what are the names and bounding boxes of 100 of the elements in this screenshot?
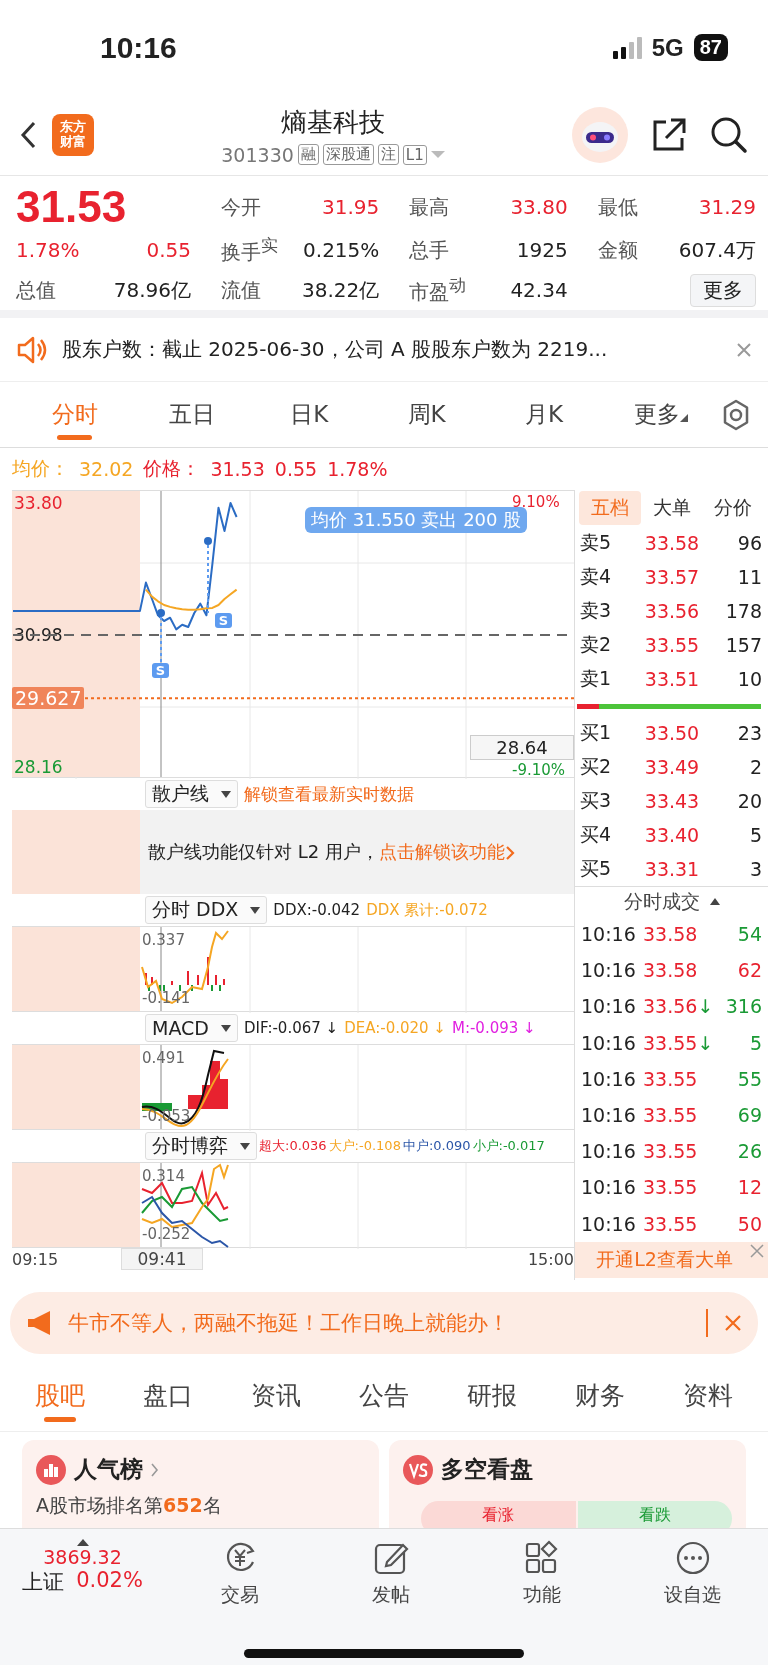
time-label: 15:00 bbox=[527, 1249, 574, 1269]
nav-item[interactable]: 交易 bbox=[165, 1539, 316, 1609]
sell-marker: S bbox=[152, 663, 169, 678]
trade-price: 33.58 bbox=[643, 959, 699, 982]
chart-tab[interactable]: 周K bbox=[368, 389, 486, 440]
content-tab[interactable]: 财务 bbox=[546, 1369, 654, 1422]
trade-time: 10:16 bbox=[581, 995, 637, 1018]
stat-label: 流值 bbox=[221, 276, 261, 304]
content-tab[interactable]: 公告 bbox=[330, 1369, 438, 1422]
nav-item[interactable]: 设自选 bbox=[617, 1539, 768, 1609]
chart-tab[interactable]: 五日 bbox=[133, 389, 251, 440]
stock-code: 301330 bbox=[221, 143, 294, 166]
notice-text[interactable]: 股东户数：截止 2025-06-30，公司 A 股股东户数为 2219... bbox=[62, 336, 722, 363]
trade-volume: 54 bbox=[736, 923, 762, 946]
level-price: 33.56 bbox=[643, 600, 701, 622]
app-logo: 东方 财富 bbox=[52, 114, 94, 156]
last-price: 31.53 bbox=[16, 182, 127, 232]
level-price: 33.43 bbox=[643, 790, 701, 812]
change-percent: 1.78% bbox=[16, 238, 80, 262]
indicator-value: 大户:-0.108 bbox=[328, 1137, 401, 1155]
stat-label: 金额 bbox=[597, 236, 638, 264]
stock-tag: L1 bbox=[402, 144, 427, 165]
level-price: 33.40 bbox=[643, 824, 701, 846]
indicator-selector[interactable]: 分时博弈 bbox=[145, 1132, 257, 1160]
close-icon[interactable] bbox=[724, 1314, 742, 1332]
trade-time: 10:16 bbox=[581, 1067, 637, 1090]
card-title: 人气榜 bbox=[74, 1455, 143, 1484]
trade-time: 10:16 bbox=[581, 1176, 637, 1199]
trade-volume: 316 bbox=[724, 995, 762, 1018]
expand-icon[interactable] bbox=[76, 1539, 89, 1546]
indicator-value: M:-0.093 ↓ bbox=[451, 1019, 536, 1037]
network-label: 5G bbox=[651, 33, 684, 62]
index-name: 上证 bbox=[22, 1569, 65, 1596]
level-price: 33.57 bbox=[643, 566, 701, 588]
trade-price: 33.55 bbox=[643, 1176, 699, 1199]
chart-tab[interactable]: 更多 bbox=[602, 389, 720, 440]
index-change: 0.02% bbox=[76, 1568, 143, 1594]
dropdown-icon bbox=[240, 1142, 250, 1150]
indicator-selector[interactable]: 散户线 bbox=[145, 780, 238, 808]
sell-marker: S bbox=[215, 613, 232, 628]
stat-label: 最高 bbox=[409, 193, 450, 221]
trade-time: 10:16 bbox=[581, 1140, 637, 1163]
back-icon[interactable] bbox=[20, 121, 38, 149]
content-tab[interactable]: 资讯 bbox=[222, 1369, 330, 1422]
close-icon[interactable] bbox=[736, 341, 752, 358]
trade-price: 33.55↓ bbox=[643, 1031, 715, 1054]
content-tab[interactable]: 盘口 bbox=[114, 1369, 222, 1422]
level-volume: 5 bbox=[748, 824, 762, 846]
order-book-tab[interactable]: 分价 bbox=[702, 491, 764, 525]
content-tab[interactable]: 研报 bbox=[438, 1369, 546, 1422]
time-label: 09:15 bbox=[12, 1249, 59, 1269]
indicator-value: 中户:0.090 bbox=[402, 1137, 471, 1155]
stat-label: 换手$^{实}$ bbox=[221, 234, 278, 266]
collapse-icon[interactable] bbox=[709, 898, 720, 905]
chart-tab[interactable]: 日K bbox=[250, 389, 368, 440]
trade-price: 33.55 bbox=[643, 1140, 699, 1163]
stock-tag: 注 bbox=[377, 144, 399, 165]
trade-time: 10:16 bbox=[581, 1031, 637, 1054]
grid-icon bbox=[523, 1540, 560, 1576]
level-volume: 23 bbox=[736, 722, 762, 744]
stock-name: 熵基科技 bbox=[281, 105, 385, 139]
level-label: 买3 bbox=[580, 788, 613, 813]
change-amount: 0.55 bbox=[146, 238, 191, 262]
indicator-value: DDX 累计:-0.072 bbox=[366, 900, 488, 920]
trade-time: 10:16 bbox=[581, 1212, 637, 1235]
search-icon[interactable] bbox=[710, 116, 748, 154]
robot-icon[interactable] bbox=[572, 107, 628, 163]
level-volume: 10 bbox=[736, 668, 762, 690]
more-button[interactable]: 更多 bbox=[690, 273, 756, 307]
trade-price: 33.58 bbox=[643, 923, 699, 946]
trade-volume: 12 bbox=[736, 1176, 762, 1199]
nav-item[interactable]: 功能 bbox=[466, 1539, 618, 1609]
level-label: 卖5 bbox=[580, 530, 613, 555]
trade-volume: 69 bbox=[736, 1104, 762, 1127]
megaphone-icon bbox=[26, 1309, 52, 1337]
feature-card[interactable]: 人气榜 A股市场排名第652名 bbox=[22, 1440, 379, 1528]
indicator-selector[interactable]: MACD bbox=[145, 1014, 238, 1042]
trade-volume: 5 bbox=[748, 1031, 762, 1054]
chevron-icon bbox=[151, 1462, 159, 1477]
level-label: 卖1 bbox=[580, 666, 613, 691]
current-price: 31.53 bbox=[210, 458, 265, 480]
chart-tab[interactable]: 月K bbox=[485, 389, 603, 440]
cursor-time: 09:41 bbox=[121, 1248, 203, 1270]
trade-time: 10:16 bbox=[581, 959, 637, 982]
stat-value: 38.22亿 bbox=[302, 276, 380, 304]
stat-value: 31.95 bbox=[322, 195, 380, 219]
axis-value: 33.80 bbox=[14, 493, 63, 513]
stat-label: 总手 bbox=[409, 236, 450, 264]
axis-value: 0.337 bbox=[142, 931, 185, 949]
level-price: 33.58 bbox=[643, 532, 701, 554]
change-percent: 1.78% bbox=[327, 458, 388, 480]
order-book-tab[interactable]: 大单 bbox=[640, 491, 703, 525]
signal-icon bbox=[612, 36, 642, 59]
stat-value: 31.29 bbox=[698, 195, 756, 219]
indicator-selector[interactable]: 分时 DDX bbox=[145, 896, 268, 924]
index-value: 3869.32 bbox=[43, 1546, 122, 1568]
content-tab[interactable]: 资料 bbox=[654, 1369, 762, 1422]
nav-item[interactable]: 发帖 bbox=[315, 1539, 467, 1609]
stat-value: 33.80 bbox=[510, 195, 568, 219]
level-volume: 20 bbox=[736, 790, 762, 812]
